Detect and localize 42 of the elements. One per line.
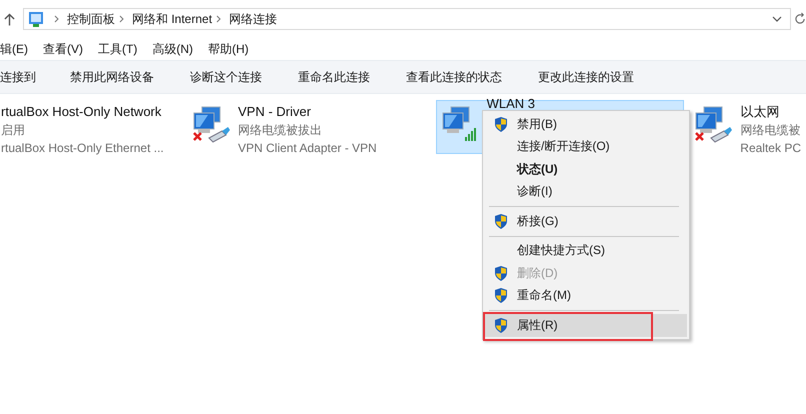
breadcrumb[interactable]: 网络连接: [229, 10, 278, 28]
command-button[interactable]: 诊断这个连接: [190, 66, 278, 88]
command-button[interactable]: 更改此连接的设置: [538, 66, 650, 88]
adapter-name[interactable]: VPN - Driver: [238, 103, 377, 121]
adapter-status: 网络电缆被拔出: [238, 122, 323, 139]
adapter-device: rtualBox Host-Only Ethernet ...: [1, 140, 164, 157]
menu-item[interactable]: 禁用(B): [485, 113, 687, 136]
address-bar[interactable]: 控制面板 网络和 Internet 网络连接: [23, 8, 791, 30]
adapter-device: VPN Client Adapter - VPN: [238, 140, 377, 157]
network-folder-icon: [28, 11, 44, 27]
adapter-status: 网络电缆被: [740, 122, 801, 139]
command-button[interactable]: 查看此连接的状态: [406, 66, 518, 88]
dropdown-icon[interactable]: [772, 16, 782, 22]
up-arrow-icon[interactable]: [4, 12, 15, 26]
menu-item[interactable]: 重命名(M): [485, 284, 687, 307]
refresh-icon[interactable]: [795, 12, 806, 26]
menu-item[interactable]: 状态(U): [485, 158, 687, 180]
adapter-name[interactable]: 以太网: [740, 103, 801, 121]
adapter-device: Realtek PC: [740, 140, 801, 157]
menu-item[interactable]: 诊断(I): [485, 180, 687, 203]
chevron-icon: [54, 15, 59, 23]
menu-item[interactable]: 高级(N): [144, 40, 200, 58]
menu-item[interactable]: 连接/断开连接(O): [485, 136, 687, 158]
command-button[interactable]: 重命名此连接: [298, 66, 386, 88]
menu-item[interactable]: 属性(R): [485, 314, 687, 336]
menu-item[interactable]: 工具(T): [90, 40, 144, 58]
command-button[interactable]: 连接到: [0, 66, 52, 88]
menu-item[interactable]: 桥接(G): [485, 210, 687, 232]
chevron-icon: [216, 15, 222, 23]
menu-item[interactable]: 查看(V): [35, 40, 90, 58]
chevron-icon: [119, 15, 124, 23]
command-button[interactable]: 禁用此网络设备: [70, 66, 170, 88]
adapter-name[interactable]: rtualBox Host-Only Network: [1, 103, 164, 121]
unplugged-network-icon: [192, 105, 232, 143]
menu-item[interactable]: 创建快捷方式(S): [485, 240, 687, 262]
adapter-status: 启用: [1, 122, 26, 139]
menu-item[interactable]: 帮助(H): [200, 40, 256, 58]
adapter-name[interactable]: WLAN 3: [486, 95, 536, 113]
menu-item[interactable]: 辑(E): [0, 40, 35, 58]
breadcrumb[interactable]: 控制面板: [67, 10, 115, 28]
unplugged-network-icon: [694, 105, 734, 143]
breadcrumb[interactable]: 网络和 Internet: [132, 10, 212, 28]
